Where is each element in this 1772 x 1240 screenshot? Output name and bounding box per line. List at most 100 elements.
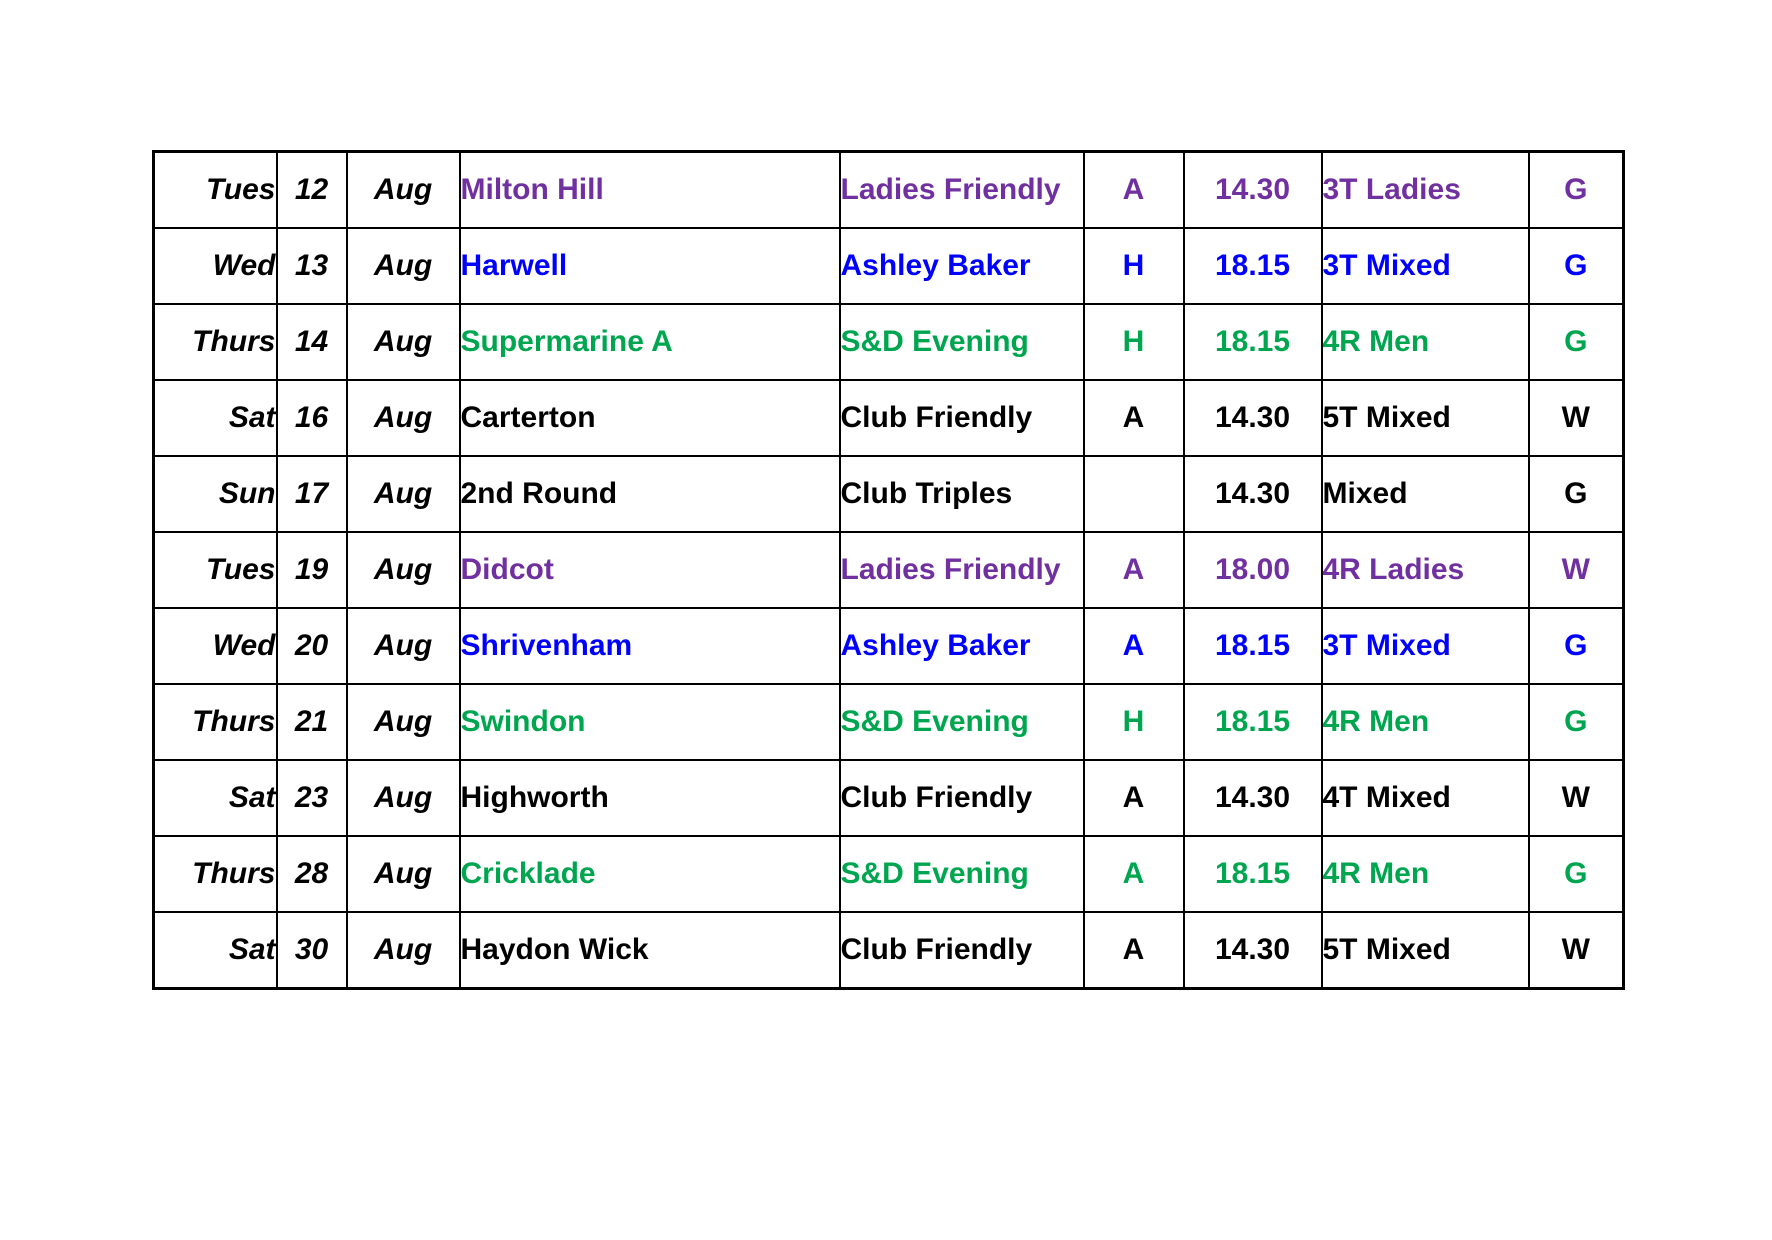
cell-date: 28	[275, 835, 348, 913]
cell-green-white: W	[1527, 911, 1625, 990]
cell-format: 4R Men	[1320, 303, 1530, 381]
cell-time: 14.30	[1182, 379, 1323, 457]
cell-format: 5T Mixed	[1320, 911, 1530, 990]
cell-green-white: G	[1527, 227, 1625, 305]
cell-green-white: G	[1527, 150, 1625, 229]
cell-time: 18.15	[1182, 227, 1323, 305]
cell-time: 18.15	[1182, 683, 1323, 761]
cell-date: 16	[275, 379, 348, 457]
cell-format: 4R Men	[1320, 683, 1530, 761]
cell-venue: H	[1082, 303, 1185, 381]
cell-green-white: W	[1527, 379, 1625, 457]
cell-venue: A	[1082, 835, 1185, 913]
cell-opponent: Cricklade	[458, 835, 841, 913]
cell-month: Aug	[345, 911, 461, 990]
table-row: Sat 23 Aug Highworth Club Friendly A 14.30 4T M…	[152, 759, 1625, 837]
cell-event: Club Triples	[838, 455, 1085, 533]
cell-event: S&D Evening	[838, 683, 1085, 761]
cell-green-white: G	[1527, 303, 1625, 381]
cell-venue: H	[1082, 683, 1185, 761]
cell-green-white: G	[1527, 835, 1625, 913]
cell-opponent: Shrivenham	[458, 607, 841, 685]
cell-opponent: 2nd Round	[458, 455, 841, 533]
cell-venue: A	[1082, 607, 1185, 685]
cell-green-white: W	[1527, 759, 1625, 837]
cell-event: Ladies Friendly	[838, 531, 1085, 609]
table-row: Thurs 14 Aug Supermarine A S&D Evening H 18.15…	[152, 303, 1625, 381]
cell-venue	[1082, 455, 1185, 533]
cell-month: Aug	[345, 150, 461, 229]
cell-time: 14.30	[1182, 150, 1323, 229]
cell-date: 20	[275, 607, 348, 685]
fixtures-table: Tues 12 Aug Milton Hill Ladies Friendly A 14.3…	[152, 150, 1625, 990]
cell-event: Club Friendly	[838, 759, 1085, 837]
cell-day: Tues	[152, 531, 278, 609]
cell-day: Sat	[152, 379, 278, 457]
cell-format: 3T Mixed	[1320, 607, 1530, 685]
cell-opponent: Didcot	[458, 531, 841, 609]
table-row: Tues 12 Aug Milton Hill Ladies Friendly A 14.3…	[152, 150, 1625, 229]
page-root: Tues 12 Aug Milton Hill Ladies Friendly A 14.3…	[0, 0, 1772, 1240]
cell-format: Mixed	[1320, 455, 1530, 533]
cell-event: Ladies Friendly	[838, 150, 1085, 229]
cell-date: 21	[275, 683, 348, 761]
cell-event: Ashley Baker	[838, 607, 1085, 685]
cell-time: 14.30	[1182, 455, 1323, 533]
cell-event: Club Friendly	[838, 911, 1085, 990]
cell-event: S&D Evening	[838, 303, 1085, 381]
cell-format: 3T Ladies	[1320, 150, 1530, 229]
cell-day: Wed	[152, 607, 278, 685]
cell-time: 18.15	[1182, 607, 1323, 685]
cell-opponent: Carterton	[458, 379, 841, 457]
cell-venue: H	[1082, 227, 1185, 305]
cell-venue: A	[1082, 150, 1185, 229]
cell-day: Thurs	[152, 683, 278, 761]
cell-month: Aug	[345, 227, 461, 305]
cell-month: Aug	[345, 379, 461, 457]
cell-event: Ashley Baker	[838, 227, 1085, 305]
fixtures-table-container: Tues 12 Aug Milton Hill Ladies Friendly A 14.3…	[152, 150, 1625, 990]
cell-venue: A	[1082, 379, 1185, 457]
cell-month: Aug	[345, 683, 461, 761]
cell-month: Aug	[345, 531, 461, 609]
cell-day: Thurs	[152, 835, 278, 913]
table-row: Thurs 21 Aug Swindon S&D Evening H 18.15 4R Men…	[152, 683, 1625, 761]
cell-date: 19	[275, 531, 348, 609]
cell-venue: A	[1082, 759, 1185, 837]
table-row: Wed 20 Aug Shrivenham Ashley Baker A 18.15 3T M…	[152, 607, 1625, 685]
cell-green-white: G	[1527, 607, 1625, 685]
table-row: Wed 13 Aug Harwell Ashley Baker H 18.15 3T Mixe…	[152, 227, 1625, 305]
cell-day: Sun	[152, 455, 278, 533]
cell-month: Aug	[345, 835, 461, 913]
cell-opponent: Harwell	[458, 227, 841, 305]
cell-opponent: Haydon Wick	[458, 911, 841, 990]
cell-date: 23	[275, 759, 348, 837]
cell-month: Aug	[345, 455, 461, 533]
cell-month: Aug	[345, 607, 461, 685]
cell-event: Club Friendly	[838, 379, 1085, 457]
table-row: Thurs 28 Aug Cricklade S&D Evening A 18.15 4R M…	[152, 835, 1625, 913]
cell-venue: A	[1082, 911, 1185, 990]
cell-opponent: Milton Hill	[458, 150, 841, 229]
table-row: Sun 17 Aug 2nd Round Club Triples 14.30 Mixed G	[152, 455, 1625, 533]
cell-date: 17	[275, 455, 348, 533]
cell-day: Sat	[152, 759, 278, 837]
cell-day: Tues	[152, 150, 278, 229]
table-row: Sat 16 Aug Carterton Club Friendly A 14.30 5T M…	[152, 379, 1625, 457]
cell-month: Aug	[345, 303, 461, 381]
cell-date: 13	[275, 227, 348, 305]
cell-day: Thurs	[152, 303, 278, 381]
cell-format: 4R Men	[1320, 835, 1530, 913]
cell-format: 3T Mixed	[1320, 227, 1530, 305]
cell-green-white: W	[1527, 531, 1625, 609]
table-row: Sat 30 Aug Haydon Wick Club Friendly A 14.30 5T…	[152, 911, 1625, 990]
cell-time: 18.15	[1182, 835, 1323, 913]
cell-format: 4R Ladies	[1320, 531, 1530, 609]
cell-time: 14.30	[1182, 911, 1323, 990]
cell-opponent: Highworth	[458, 759, 841, 837]
cell-event: S&D Evening	[838, 835, 1085, 913]
cell-format: 4T Mixed	[1320, 759, 1530, 837]
cell-time: 18.15	[1182, 303, 1323, 381]
cell-opponent: Swindon	[458, 683, 841, 761]
cell-green-white: G	[1527, 455, 1625, 533]
